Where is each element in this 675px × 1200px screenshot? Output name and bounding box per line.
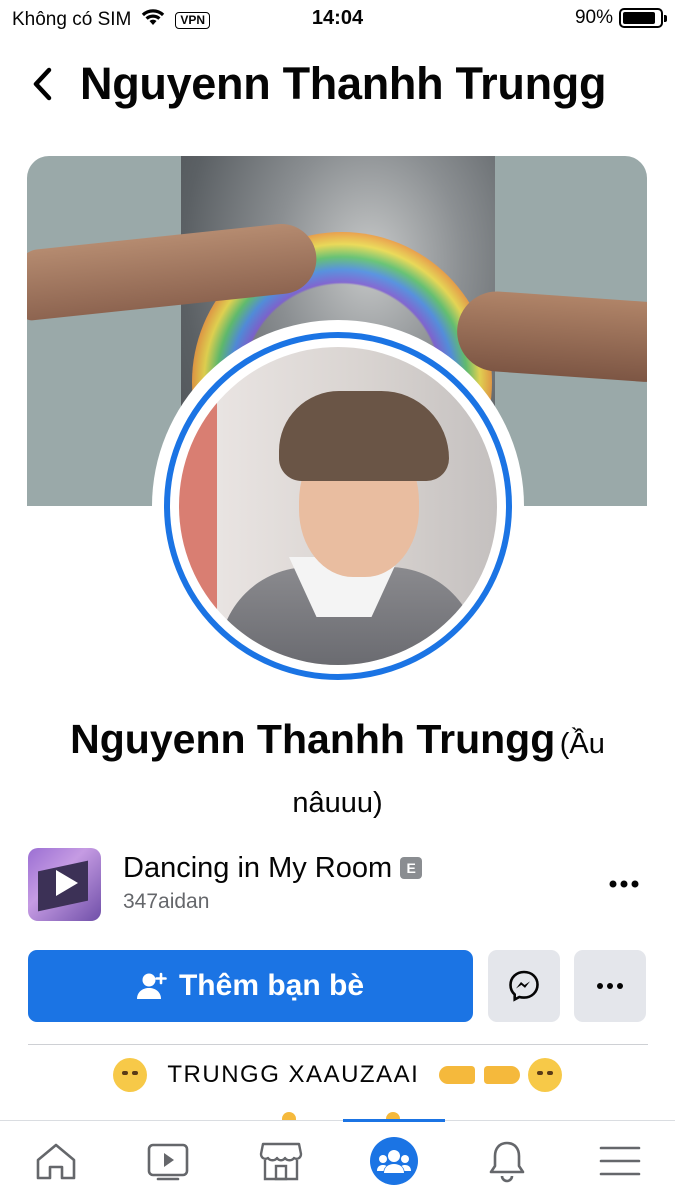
- song-artist: 347aidan: [123, 890, 210, 913]
- avatar[interactable]: [152, 320, 524, 692]
- crying-cat-emoji-icon: [527, 1058, 562, 1092]
- status-time: 14:04: [311, 7, 364, 29]
- bottom-nav: [0, 1119, 675, 1200]
- chevron-left-icon: [33, 67, 52, 101]
- notifications-icon: [489, 1141, 525, 1183]
- profile-name-block: Nguyenn Thanhh Trungg (Ầu nâuuu): [40, 712, 635, 835]
- add-friend-icon: [136, 972, 167, 999]
- song-title-row: Dancing in My Room E: [123, 852, 423, 885]
- battery-percent: 90%: [574, 7, 613, 28]
- status-right: 90%: [574, 7, 667, 29]
- section-divider: [28, 1044, 648, 1045]
- nav-notifications[interactable]: [477, 1133, 537, 1189]
- page-title: Nguyenn Thanhh Trungg: [80, 58, 607, 109]
- add-friend-label: Thêm bạn bè: [178, 969, 365, 1002]
- pointing-left-emoji-icon: [483, 1066, 520, 1084]
- story-ring: [164, 332, 512, 680]
- message-button[interactable]: [488, 950, 560, 1022]
- marketplace-icon: [259, 1142, 303, 1181]
- menu-icon: [599, 1146, 641, 1176]
- play-icon[interactable]: [48, 866, 82, 900]
- profile-header: Nguyenn Thanhh Trungg: [0, 48, 675, 124]
- avatar-hair: [279, 391, 449, 481]
- nav-home[interactable]: [26, 1133, 86, 1189]
- more-options-button[interactable]: [574, 950, 646, 1022]
- add-friend-button[interactable]: Thêm bạn bè: [28, 950, 473, 1022]
- crying-cat-emoji-icon: [113, 1058, 148, 1092]
- nav-groups[interactable]: [364, 1133, 424, 1189]
- pointing-right-emoji-icon: [439, 1066, 476, 1084]
- battery-icon: [619, 8, 667, 28]
- album-art: [28, 848, 101, 921]
- nav-marketplace[interactable]: [251, 1133, 311, 1189]
- watch-icon: [147, 1143, 189, 1181]
- more-horizontal-icon: [597, 983, 623, 989]
- bio-text: TRUNGG XAAUZAAI: [167, 1061, 420, 1088]
- messenger-icon: [509, 970, 539, 1002]
- profile-name: Nguyenn Thanhh Trungg: [70, 716, 556, 762]
- battery-fill: [623, 12, 656, 24]
- song-title: Dancing in My Room: [123, 852, 393, 884]
- home-icon: [36, 1143, 76, 1180]
- nav-menu[interactable]: [590, 1133, 650, 1189]
- profile-actions: Thêm bạn bè: [28, 950, 648, 1022]
- more-horizontal-icon: [609, 880, 639, 888]
- nav-watch[interactable]: [138, 1133, 198, 1189]
- groups-icon: [377, 1150, 411, 1173]
- nav-active-indicator: [343, 1119, 445, 1122]
- back-button[interactable]: [22, 62, 62, 106]
- profile-picture: [179, 347, 497, 665]
- groups-active-bg: [370, 1137, 418, 1185]
- cover-arm-right: [454, 288, 647, 384]
- status-bar: Không có SIM VPN 14:04 90%: [0, 0, 675, 40]
- music-more-button[interactable]: [604, 866, 644, 902]
- bio: TRUNGG XAAUZAAI: [0, 1058, 675, 1092]
- explicit-badge: E: [400, 857, 423, 879]
- profile-music[interactable]: Dancing in My Room E 347aidan: [28, 848, 648, 922]
